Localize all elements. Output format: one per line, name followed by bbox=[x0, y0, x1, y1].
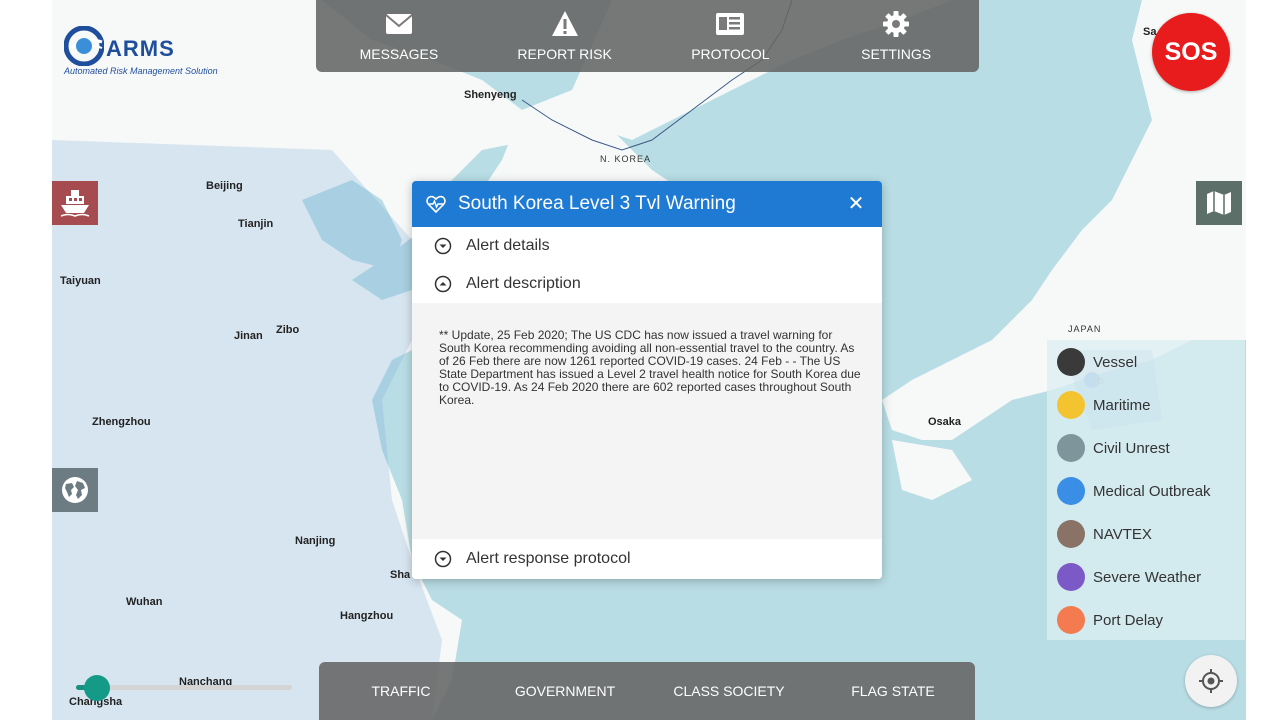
legend-dot bbox=[1057, 477, 1085, 505]
alert-description-text: ** Update, 25 Feb 2020; The US CDC has n… bbox=[439, 328, 861, 407]
time-slider[interactable] bbox=[76, 675, 292, 701]
map-layers-button[interactable] bbox=[1196, 181, 1242, 225]
top-nav: MESSAGES REPORT RISK PROTOCOL SETTINGS bbox=[316, 0, 979, 72]
risk-legend: Vessel Maritime Civil Unrest Medical Out… bbox=[1047, 340, 1245, 640]
legend-item-navtex[interactable]: NAVTEX bbox=[1057, 516, 1152, 552]
alert-header: South Korea Level 3 Tvl Warning ✕ bbox=[412, 181, 882, 227]
heart-pulse-icon bbox=[426, 195, 446, 214]
legend-label: Maritime bbox=[1093, 396, 1151, 414]
globe-icon bbox=[62, 477, 88, 503]
map-city-label: Osaka bbox=[928, 416, 962, 428]
map-city-label: Taiyuan bbox=[60, 275, 101, 287]
alert-dialog: South Korea Level 3 Tvl Warning ✕ Alert … bbox=[412, 181, 882, 579]
document-icon bbox=[716, 13, 745, 35]
legend-label: Vessel bbox=[1093, 353, 1138, 371]
legend-dot bbox=[1057, 434, 1085, 462]
alert-description-body: ** Update, 25 Feb 2020; The US CDC has n… bbox=[412, 303, 882, 539]
map-city-label: Tianjin bbox=[238, 218, 274, 230]
chevron-down-icon bbox=[434, 550, 452, 568]
arms-logo-icon bbox=[64, 26, 104, 66]
legend-dot bbox=[1057, 348, 1085, 376]
legend-label: Port Delay bbox=[1093, 611, 1164, 629]
chevron-down-icon bbox=[434, 237, 452, 255]
crosshair-icon bbox=[1199, 669, 1223, 693]
legend-label: NAVTEX bbox=[1093, 525, 1152, 543]
alert-protocol-toggle[interactable]: Alert response protocol bbox=[412, 539, 882, 579]
report-risk-button[interactable]: REPORT RISK bbox=[482, 0, 648, 72]
map-city-label: Sha bbox=[390, 569, 411, 581]
protocol-button[interactable]: PROTOCOL bbox=[648, 0, 814, 72]
messages-label: MESSAGES bbox=[359, 46, 439, 62]
map-city-label: Zhengzhou bbox=[92, 416, 151, 428]
legend-item-severe-weather[interactable]: Severe Weather bbox=[1057, 559, 1201, 595]
settings-button[interactable]: SETTINGS bbox=[813, 0, 979, 72]
map-city-label: Beijing bbox=[206, 180, 243, 192]
legend-dot bbox=[1057, 563, 1085, 591]
report-risk-label: REPORT RISK bbox=[517, 46, 612, 62]
map-city-label: Nanjing bbox=[295, 535, 336, 547]
legend-item-medical-outbreak[interactable]: Medical Outbreak bbox=[1057, 473, 1211, 509]
messages-button[interactable]: MESSAGES bbox=[316, 0, 482, 72]
warning-icon bbox=[551, 11, 578, 36]
bottom-nav: TRAFFIC GOVERNMENT CLASS SOCIETY FLAG ST… bbox=[319, 662, 975, 720]
protocol-label: PROTOCOL bbox=[691, 46, 770, 62]
map-city-label: Jinan bbox=[234, 330, 263, 342]
map-city-label: Shenyeng bbox=[464, 89, 517, 101]
locate-me-button[interactable] bbox=[1185, 655, 1237, 707]
logo-name: ARMS bbox=[106, 36, 175, 61]
legend-dot bbox=[1057, 520, 1085, 548]
alert-description-toggle[interactable]: Alert description bbox=[412, 265, 882, 303]
vessel-view-button[interactable] bbox=[52, 181, 98, 225]
alert-description-label: Alert description bbox=[466, 275, 581, 292]
logo-tagline: Automated Risk Management Solution bbox=[64, 66, 218, 76]
alert-title: South Korea Level 3 Tvl Warning bbox=[458, 193, 736, 214]
envelope-icon bbox=[385, 14, 413, 34]
gear-icon bbox=[883, 11, 910, 37]
arms-logo: ARMS Automated Risk Management Solution bbox=[62, 24, 232, 80]
legend-item-maritime[interactable]: Maritime bbox=[1057, 387, 1151, 423]
sos-button[interactable]: SOS bbox=[1152, 13, 1230, 91]
legend-item-port-delay[interactable]: Port Delay bbox=[1057, 602, 1163, 638]
legend-label: Medical Outbreak bbox=[1093, 482, 1211, 500]
legend-label: Severe Weather bbox=[1093, 568, 1202, 586]
government-button[interactable]: GOVERNMENT bbox=[483, 662, 647, 720]
globe-view-button[interactable] bbox=[52, 468, 98, 512]
ship-icon bbox=[60, 190, 90, 217]
alert-details-label: Alert details bbox=[466, 237, 550, 254]
map-city-label: Zibo bbox=[276, 324, 300, 336]
legend-item-civil-unrest[interactable]: Civil Unrest bbox=[1057, 430, 1170, 466]
alert-details-toggle[interactable]: Alert details bbox=[412, 227, 882, 265]
flag-state-button[interactable]: FLAG STATE bbox=[811, 662, 975, 720]
class-society-button[interactable]: CLASS SOCIETY bbox=[647, 662, 811, 720]
legend-dot bbox=[1057, 391, 1085, 419]
legend-item-vessel[interactable]: Vessel bbox=[1057, 344, 1137, 380]
map-city-label: Wuhan bbox=[126, 596, 163, 608]
slider-thumb[interactable] bbox=[84, 675, 110, 701]
map-city-label: Hangzhou bbox=[340, 610, 394, 622]
map-country-label: N. KOREA bbox=[600, 154, 652, 164]
traffic-button[interactable]: TRAFFIC bbox=[319, 662, 483, 720]
close-icon[interactable]: ✕ bbox=[844, 191, 868, 216]
map-country-label: JAPAN bbox=[1068, 324, 1102, 334]
legend-label: Civil Unrest bbox=[1093, 439, 1170, 457]
chevron-up-icon bbox=[434, 275, 452, 293]
map-icon bbox=[1207, 191, 1231, 215]
settings-label: SETTINGS bbox=[861, 46, 932, 62]
legend-dot bbox=[1057, 606, 1085, 634]
alert-protocol-label: Alert response protocol bbox=[466, 550, 631, 567]
